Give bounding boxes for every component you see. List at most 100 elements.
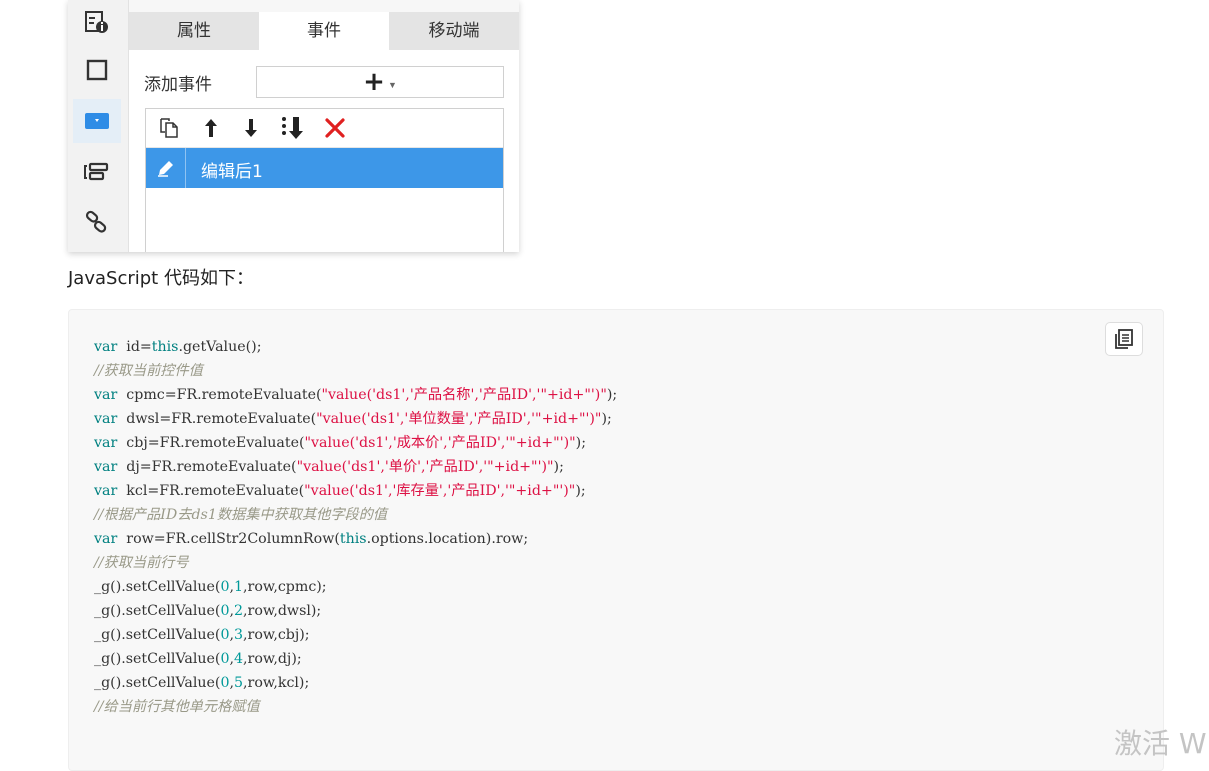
code-token: ,row,cbj); (243, 627, 310, 643)
frame-icon[interactable] (73, 48, 121, 92)
code-token: .options.location).row; (366, 531, 529, 547)
code-token: ,row,dwsl); (243, 603, 322, 619)
code-token: ); (601, 411, 612, 427)
event-item-label: 编辑后1 (201, 162, 263, 182)
code-token: "value('ds1','库存量','产品ID','"+id+"')" (304, 483, 576, 499)
code-line: var cpmc=FR.remoteEvaluate("value('ds1',… (94, 383, 617, 407)
chevron-down-icon: ▼ (387, 80, 397, 90)
event-list: 编辑后1 (145, 108, 504, 252)
code-token: var (94, 411, 118, 427)
code-line: var cbj=FR.remoteEvaluate("value('ds1','… (94, 431, 617, 455)
code-block: var id=this.getValue();//获取当前控件值 var cpmc… (68, 309, 1164, 771)
code-token: 0 (220, 627, 230, 643)
code-token: "value('ds1','成本价','产品ID','"+id+"')" (304, 435, 576, 451)
code-token: 2 (234, 603, 244, 619)
code-token: var (94, 531, 118, 547)
dropdown-widget-icon[interactable] (73, 99, 121, 143)
code-token: ,row,dj); (243, 651, 302, 667)
move-bottom-icon[interactable] (280, 115, 306, 141)
arrow-up-icon[interactable] (198, 115, 224, 141)
code-line: _g().setCellValue(0,2,row,dwsl); (94, 599, 617, 623)
code-token: _g().setCellValue( (94, 579, 221, 595)
code-token: var (94, 459, 118, 475)
code-token: 1 (234, 579, 244, 595)
code-token: 0 (220, 651, 230, 667)
list-widget-icon[interactable] (73, 150, 121, 194)
arrow-down-icon[interactable] (238, 115, 264, 141)
panel-tabs: 属性 事件 移动端 (129, 12, 519, 50)
code-token: var (94, 387, 118, 403)
code-line: var row=FR.cellStr2ColumnRow(this.option… (94, 527, 617, 551)
edit-pencil-icon (146, 148, 186, 188)
code-token: 4 (234, 651, 244, 667)
code-text: var id=this.getValue();//获取当前控件值 var cpmc… (94, 335, 617, 719)
code-token: _g().setCellValue( (94, 675, 221, 691)
code-token: var (94, 483, 118, 499)
add-event-label: 添加事件 (144, 75, 212, 95)
code-token: var (94, 435, 118, 451)
code-token: "value('ds1','产品名称','产品ID','"+id+"')" (321, 387, 607, 403)
code-token: 0 (220, 675, 230, 691)
code-line: _g().setCellValue(0,3,row,cbj); (94, 623, 617, 647)
code-token: cbj=FR.remoteEvaluate( (117, 435, 305, 451)
activation-watermark: 激活 W (1114, 727, 1207, 760)
code-line: //根据产品ID去ds1数据集中获取其他字段的值 (94, 503, 617, 527)
code-token: _g().setCellValue( (94, 627, 221, 643)
code-token: ); (606, 387, 618, 403)
link-icon[interactable] (73, 200, 121, 244)
code-token: 0 (220, 579, 230, 595)
code-token: _g().setCellValue( (94, 651, 221, 667)
code-line: var dj=FR.remoteEvaluate("value('ds1','单… (94, 455, 617, 479)
code-token: ,row,cpmc); (243, 579, 327, 595)
code-token: row=FR.cellStr2ColumnRow( (117, 531, 340, 547)
code-token: ); (575, 483, 586, 499)
code-token: dwsl=FR.remoteEvaluate( (117, 411, 317, 427)
code-line: _g().setCellValue(0,5,row,kcl); (94, 671, 617, 695)
code-line: var dwsl=FR.remoteEvaluate("value('ds1',… (94, 407, 617, 431)
code-token: kcl=FR.remoteEvaluate( (117, 483, 305, 499)
code-token: ); (553, 459, 564, 475)
code-token: ); (575, 435, 586, 451)
copy-icon (1115, 329, 1133, 349)
code-token: this (339, 531, 367, 547)
tab-mobile[interactable]: 移动端 (389, 12, 519, 50)
event-settings-panel: 属性 事件 移动端 添加事件 + ▼ 编辑后1 (68, 0, 519, 252)
code-token: ,row,kcl); (243, 675, 310, 691)
code-token: cpmc=FR.remoteEvaluate( (117, 387, 322, 403)
code-line: var kcl=FR.remoteEvaluate("value('ds1','… (94, 479, 617, 503)
tab-events[interactable]: 事件 (259, 12, 389, 50)
code-token: _g().setCellValue( (94, 603, 221, 619)
code-line: //获取当前行号 (94, 551, 617, 575)
code-token: "value('ds1','单位数量','产品ID','"+id+"')" (316, 411, 602, 427)
code-token: this (151, 339, 179, 355)
copy-code-button[interactable] (1105, 322, 1143, 356)
code-token: "value('ds1','单价','产品ID','"+id+"')" (296, 459, 554, 475)
code-token: //给当前行其他单元格赋值 (94, 699, 260, 715)
code-token: 5 (234, 675, 244, 691)
code-token: 0 (220, 603, 230, 619)
event-toolbar (146, 109, 503, 148)
code-intro-text: JavaScript 代码如下： (68, 268, 254, 289)
panel-content: 属性 事件 移动端 添加事件 + ▼ 编辑后1 (129, 0, 519, 252)
code-line: //获取当前控件值 (94, 359, 617, 383)
code-line: _g().setCellValue(0,1,row,cpmc); (94, 575, 617, 599)
code-token: dj=FR.remoteEvaluate( (117, 459, 297, 475)
plus-icon: + (363, 67, 385, 97)
code-token: //获取当前控件值 (94, 363, 203, 379)
code-token: var (94, 339, 118, 355)
event-item-selected[interactable]: 编辑后1 (146, 148, 503, 188)
code-token: //根据产品ID去ds1数据集中获取其他字段的值 (94, 507, 388, 523)
code-token: 3 (234, 627, 244, 643)
code-token: .getValue(); (178, 339, 262, 355)
widget-sidebar (68, 0, 129, 252)
code-line: _g().setCellValue(0,4,row,dj); (94, 647, 617, 671)
code-line: //给当前行其他单元格赋值 (94, 695, 617, 719)
code-line: var id=this.getValue(); (94, 335, 617, 359)
add-event-button[interactable]: + ▼ (256, 66, 504, 98)
code-token: //获取当前行号 (94, 555, 189, 571)
copy-icon[interactable] (156, 115, 182, 141)
tab-attributes[interactable]: 属性 (129, 12, 259, 50)
widget-info-icon[interactable] (73, 0, 121, 44)
code-token: id= (117, 339, 152, 355)
delete-icon[interactable] (322, 115, 348, 141)
